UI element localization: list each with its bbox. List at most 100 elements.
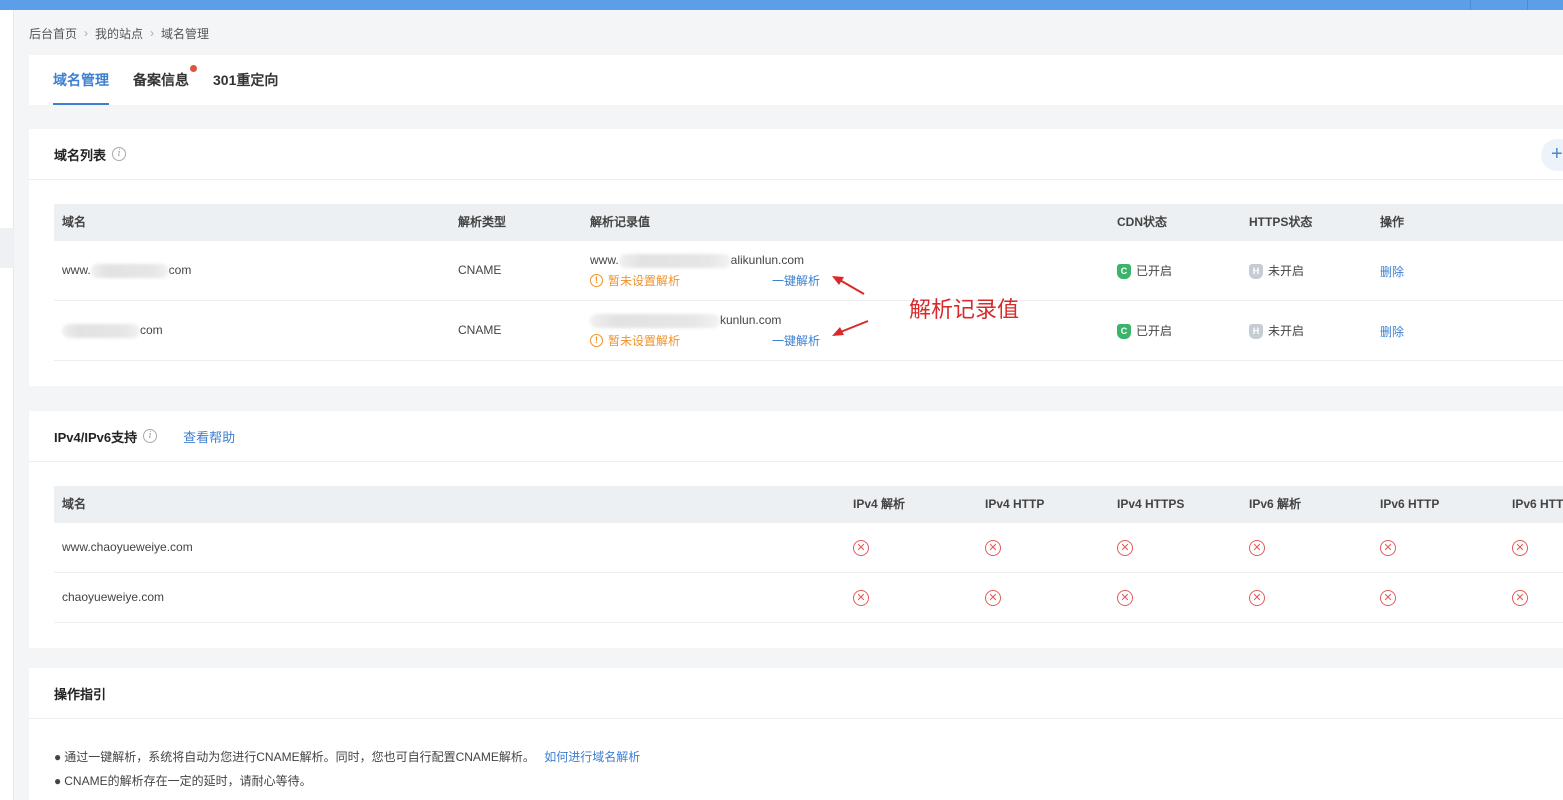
bullet-icon: ●: [54, 774, 62, 788]
info-icon[interactable]: i: [112, 147, 127, 161]
warning-icon: !: [590, 334, 603, 347]
x-circle-icon: ✕: [853, 540, 869, 556]
ip-support-card: IPv4/IPv6支持 i 查看帮助 域名 IPv4 解析 IPv4 HTTP …: [29, 411, 1563, 648]
type-cell: CNAME: [458, 323, 502, 337]
domain-cell: com: [62, 323, 163, 338]
table-header: 域名 解析类型 解析记录值 CDN状态 HTTPS状态 操作: [54, 204, 1563, 241]
column-header: 域名: [62, 497, 87, 511]
section-title: 域名列表: [54, 147, 107, 163]
column-header: 解析记录值: [590, 215, 651, 229]
one-click-resolve-button[interactable]: 一键解析: [772, 332, 820, 349]
x-circle-icon: ✕: [1249, 540, 1265, 556]
arrow-head-icon: [832, 327, 844, 336]
domain-table: 域名 解析类型 解析记录值 CDN状态 HTTPS状态 操作 www. com C…: [54, 204, 1563, 361]
https-status: H 未开启: [1249, 322, 1304, 340]
view-help-link[interactable]: 查看帮助: [183, 427, 235, 446]
table-row: com CNAME kunlun.com ! 暂未设置解析 一键解析 C 已开启 H…: [54, 301, 1563, 361]
tab-icp-info[interactable]: 备案信息: [133, 55, 197, 105]
table-row: chaoyueweiye.com ✕ ✕ ✕ ✕ ✕ ✕: [54, 573, 1563, 623]
tab-bar: 域名管理 备案信息 301重定向: [29, 55, 1563, 105]
x-circle-icon: ✕: [853, 590, 869, 606]
x-circle-icon: ✕: [985, 540, 1001, 556]
domain-cell: www.chaoyueweiye.com: [62, 540, 193, 554]
column-header: IPv4 HTTP: [985, 497, 1045, 511]
column-header: IPv4 HTTPS: [1117, 497, 1185, 511]
notification-dot: [190, 65, 197, 72]
redacted-text: [618, 253, 731, 268]
column-header: IPv6 解析: [1249, 497, 1302, 511]
x-circle-icon: ✕: [1380, 590, 1396, 606]
cdn-status: C 已开启: [1117, 322, 1172, 340]
breadcrumb-item[interactable]: 后台首页: [29, 25, 77, 42]
tab-301-redirect[interactable]: 301重定向: [213, 55, 278, 105]
bullet-icon: ●: [54, 750, 62, 764]
ip-support-table: 域名 IPv4 解析 IPv4 HTTP IPv4 HTTPS IPv6 解析 …: [54, 486, 1563, 623]
info-icon[interactable]: i: [143, 429, 158, 443]
cdn-status: C 已开启: [1117, 262, 1172, 280]
domain-list-header: 域名列表 i: [54, 129, 127, 179]
x-circle-icon: ✕: [985, 590, 1001, 606]
domain-list-card: 域名列表 i + 域名 解析类型 解析记录值 CDN状态 HTTPS状态 操作 …: [29, 129, 1563, 386]
arrow-icon: [837, 278, 865, 295]
x-circle-icon: ✕: [1512, 590, 1528, 606]
guide-header: 操作指引: [54, 668, 106, 718]
record-value: www. alikunlun.com: [590, 253, 805, 268]
chevron-right-icon: ›: [150, 26, 155, 40]
redacted-text: [62, 323, 140, 338]
warning-icon: !: [590, 274, 603, 287]
column-header: IPv4 解析: [853, 497, 906, 511]
warning-status: ! 暂未设置解析: [590, 332, 680, 349]
shield-check-icon: C: [1117, 264, 1131, 280]
delete-button[interactable]: 删除: [1380, 323, 1404, 340]
record-value: kunlun.com: [590, 313, 781, 328]
warning-status: ! 暂未设置解析: [590, 272, 680, 289]
redacted-text: [90, 263, 169, 278]
sidebar-marker: [0, 228, 14, 268]
top-bar-divider: [1527, 0, 1528, 10]
column-header: 解析类型: [458, 215, 507, 229]
breadcrumb: 后台首页 › 我的站点 › 域名管理: [29, 25, 209, 41]
section-title: IPv4/IPv6支持: [54, 429, 138, 445]
column-header: 操作: [1380, 215, 1405, 229]
divider: [29, 461, 1563, 462]
divider: [29, 718, 1563, 719]
guide-item: ● CNAME的解析存在一定的延时，请耐心等待。: [54, 774, 312, 788]
https-status: H 未开启: [1249, 262, 1304, 280]
chevron-right-icon: ›: [84, 26, 89, 40]
x-circle-icon: ✕: [1512, 540, 1528, 556]
shield-icon: H: [1249, 264, 1263, 280]
table-header: 域名 IPv4 解析 IPv4 HTTP IPv4 HTTPS IPv6 解析 …: [54, 486, 1563, 523]
shield-icon: H: [1249, 324, 1263, 340]
add-domain-button[interactable]: +: [1541, 139, 1563, 171]
column-header: IPv6 HTTPS: [1512, 497, 1563, 511]
delete-button[interactable]: 删除: [1380, 263, 1404, 280]
column-header: 域名: [62, 215, 87, 229]
arrow-icon: [837, 320, 869, 334]
table-row: www.chaoyueweiye.com ✕ ✕ ✕ ✕ ✕ ✕: [54, 523, 1563, 573]
breadcrumb-item[interactable]: 我的站点: [95, 25, 143, 42]
top-bar-divider: [1470, 0, 1471, 10]
domain-cell: www. com: [62, 263, 192, 278]
x-circle-icon: ✕: [1117, 590, 1133, 606]
column-header: CDN状态: [1117, 215, 1167, 229]
breadcrumb-item: 域名管理: [161, 26, 210, 41]
column-header: HTTPS状态: [1249, 215, 1313, 229]
x-circle-icon: ✕: [1117, 540, 1133, 556]
one-click-resolve-button[interactable]: 一键解析: [772, 272, 820, 289]
x-circle-icon: ✕: [1380, 540, 1396, 556]
shield-check-icon: C: [1117, 324, 1131, 340]
left-sidebar: [0, 10, 14, 800]
x-circle-icon: ✕: [1249, 590, 1265, 606]
top-bar: [0, 0, 1563, 10]
table-row: www. com CNAME www. alikunlun.com ! 暂未设置解析 …: [54, 241, 1563, 301]
annotation-arrows: [832, 276, 869, 336]
domain-cell: chaoyueweiye.com: [62, 590, 165, 604]
ip-support-header: IPv4/IPv6支持 i 查看帮助: [54, 411, 235, 461]
divider: [29, 179, 1563, 180]
tab-domain-management[interactable]: 域名管理: [53, 55, 109, 105]
guide-item: ● 通过一键解析，系统将自动为您进行CNAME解析。同时，您也可自行配置CNAME…: [54, 750, 641, 764]
type-cell: CNAME: [458, 263, 502, 277]
redacted-text: [590, 313, 720, 328]
domain-resolve-help-link[interactable]: 如何进行域名解析: [544, 750, 640, 764]
annotation-label: 解析记录值: [909, 298, 1020, 323]
